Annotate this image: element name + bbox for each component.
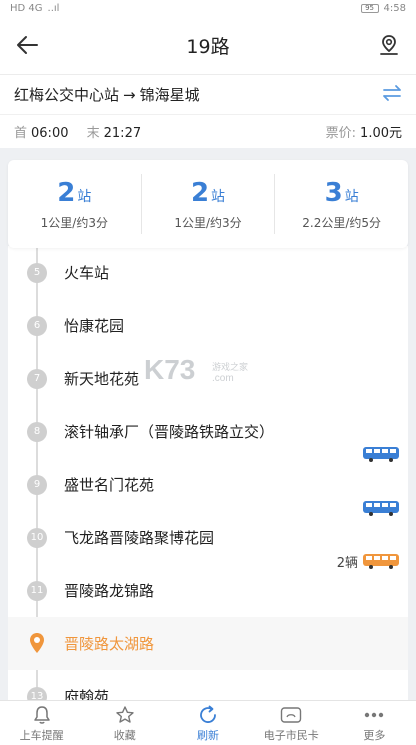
map-pin-icon <box>380 35 398 55</box>
current-stop-item[interactable]: 晋陵路太湖路 <box>8 617 408 670</box>
stop-name: 晋陵路龙锦路 <box>64 582 155 600</box>
distance-eta: 2.2公里/约5分 <box>302 215 382 230</box>
stop-name: 新天地花苑 <box>64 370 140 388</box>
status-bar: HD 4G ..ıl 95 4:58 <box>0 0 416 16</box>
stop-item[interactable]: 13 府翰苑 <box>8 670 408 700</box>
arrival-summary-2[interactable]: 2站 1公里/约3分 <box>140 174 275 234</box>
more-icon <box>365 712 384 717</box>
stops-away-count: 2站 <box>57 177 92 208</box>
battery-icon: 95 <box>360 3 379 13</box>
watermark-tagline: 游戏之家 <box>212 363 249 373</box>
arrival-summary-card: 2站 1公里/约3分 2站 1公里/约3分 3站 2.2公里/约5分 <box>8 160 408 248</box>
swap-direction-button[interactable] <box>382 84 402 106</box>
route-direction: 红梅公交中心站 → 锦海星城 <box>14 84 200 105</box>
arrival-summary-1[interactable]: 2站 1公里/约3分 <box>8 174 141 234</box>
distance-eta: 1公里/约3分 <box>174 215 242 230</box>
stop-number-badge: 7 <box>27 369 47 389</box>
card-icon <box>281 706 302 723</box>
stops-away-count: 2站 <box>190 177 226 208</box>
schedule-row: 首 06:00 末 21:27 票价: 1.00元 <box>0 114 416 148</box>
distance-eta: 1公里/约3分 <box>40 215 108 230</box>
stop-item[interactable]: 11 晋陵路龙锦路 <box>8 564 408 617</box>
route-arrow: → <box>123 86 136 104</box>
tab-label: 刷新 <box>197 728 219 742</box>
watermark-domain: .com <box>212 373 234 384</box>
first-bus-label: 首 <box>14 126 28 141</box>
tab-citizen-card[interactable]: 电子市民卡 <box>250 701 333 745</box>
arrival-summary-3[interactable]: 3站 2.2公里/约5分 <box>274 174 408 234</box>
stop-number-badge: 6 <box>27 316 47 336</box>
signal-icon: ..ıl <box>47 2 60 14</box>
stop-item[interactable]: 8 滚针轴承厂（晋陵路铁路立交） <box>8 405 408 458</box>
carrier-label: HD 4G <box>10 2 43 14</box>
nav-bar: 19路 <box>0 16 416 74</box>
status-time: 4:58 <box>383 2 406 14</box>
route-from: 红梅公交中心站 <box>14 86 120 104</box>
tab-more[interactable]: 更多 <box>333 701 416 745</box>
route-to: 锦海星城 <box>139 86 200 104</box>
stop-name: 怡康花园 <box>64 317 125 335</box>
back-button[interactable] <box>12 30 42 60</box>
route-direction-row: 红梅公交中心站 → 锦海星城 <box>0 74 416 114</box>
tab-favorites[interactable]: 收藏 <box>83 701 166 745</box>
fare-label: 票价: <box>325 126 357 141</box>
tab-boarding-reminder[interactable]: 上车提醒 <box>0 701 83 745</box>
tab-label: 收藏 <box>113 728 136 742</box>
current-stop-name: 晋陵路太湖路 <box>64 635 155 653</box>
refresh-icon <box>200 705 216 723</box>
stop-number-badge: 11 <box>27 581 47 601</box>
first-bus-time: 06:00 <box>31 126 69 141</box>
fare-value: 1.00元 <box>360 126 402 141</box>
stop-number-badge: 10 <box>27 528 47 548</box>
page-title: 19路 <box>186 35 230 58</box>
tab-refresh[interactable]: 刷新 <box>166 701 249 745</box>
stop-number-badge: 9 <box>27 475 47 495</box>
stop-item[interactable]: 9 盛世名门花苑 <box>8 458 408 511</box>
stop-list[interactable]: 5 火车站 6 怡康花园 7 新天地花苑 8 滚针轴承厂（晋陵路铁路立交） 9 … <box>8 246 408 700</box>
map-button[interactable] <box>374 30 404 60</box>
stop-item[interactable]: 6 怡康花园 <box>8 299 408 352</box>
tab-label: 电子市民卡 <box>263 728 319 742</box>
stop-item[interactable]: 5 火车站 <box>8 246 408 299</box>
last-bus-time: 21:27 <box>103 126 142 141</box>
swap-icon <box>383 84 401 101</box>
stop-number-badge: 13 <box>27 687 47 700</box>
stop-name: 府翰苑 <box>64 688 110 700</box>
tab-label: 更多 <box>363 728 386 742</box>
star-icon <box>116 705 134 723</box>
stops-away-count: 3站 <box>324 177 359 208</box>
stop-name: 飞龙路晋陵路聚博花园 <box>64 529 215 547</box>
location-pin-icon <box>30 633 44 653</box>
watermark-logo: K73 游戏之家 .com <box>140 354 275 394</box>
stop-name: 火车站 <box>64 264 110 282</box>
tab-label: 上车提醒 <box>19 728 64 742</box>
back-arrow-icon <box>17 36 38 54</box>
stop-number-badge: 5 <box>27 263 47 283</box>
stop-number-badge: 8 <box>27 422 47 442</box>
stop-name: 盛世名门花苑 <box>64 476 155 494</box>
bell-icon <box>33 705 50 724</box>
stop-name: 滚针轴承厂（晋陵路铁路立交） <box>64 423 275 441</box>
last-bus-label: 末 <box>86 126 100 141</box>
watermark-brand: K73 <box>144 354 196 385</box>
bottom-tab-bar: 上车提醒 收藏 刷新 电子市民卡 更多 <box>0 700 416 745</box>
